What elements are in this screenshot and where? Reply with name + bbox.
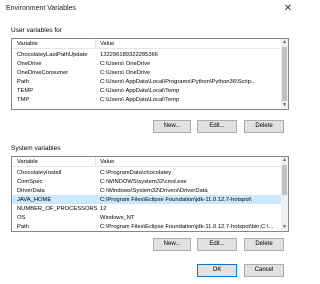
title-bar: Environment Variables ✕ [0, 0, 300, 18]
variable-name-cell: OS [17, 214, 26, 221]
table-row[interactable]: Path C:\Users\ AppData\Local\Programs\Pyt… [12, 77, 281, 86]
variable-name-cell: ChocolateyInstall [17, 169, 62, 176]
variable-name-cell: Path [17, 223, 29, 230]
variable-name-cell: ChocolateyLastPathUpdate [17, 51, 88, 58]
system-edit-button[interactable]: Edit... [197, 238, 237, 251]
table-row[interactable]: OneDriveConsumer C:\Users\ OneDrive [12, 68, 281, 77]
variable-name-cell: OneDrive [17, 60, 42, 67]
table-row[interactable]: TEMP C:\Users\ AppData\Local\Temp [12, 86, 281, 95]
user-new-button[interactable]: New... [153, 120, 191, 133]
table-row[interactable]: TMP C:\Users\ AppData\Local\Temp [12, 95, 281, 104]
column-header-value[interactable]: Value [100, 41, 114, 47]
column-header-variable[interactable]: Variable [17, 41, 38, 47]
user-delete-button[interactable]: Delete [244, 120, 284, 133]
table-row[interactable]: NUMBER_OF_PROCESSORS 12 [12, 204, 281, 213]
cancel-button[interactable]: Cancel [244, 264, 284, 277]
vertical-scrollbar[interactable]: ▲ ▼ [281, 39, 288, 109]
variable-name-cell: ComSpec [17, 178, 43, 185]
scroll-up-icon[interactable]: ▲ [281, 157, 288, 164]
variable-value-cell: C:\ProgramData\chocolatey [100, 169, 172, 176]
variable-value-cell: Windows_NT [100, 214, 135, 221]
table-row[interactable]: OS Windows_NT [12, 213, 281, 222]
variable-value-cell: C:\Users\ AppData\Local\Programs\Python\… [100, 78, 256, 85]
table-row[interactable]: ChocolateyInstall C:\ProgramData\chocolat… [12, 168, 281, 177]
variable-value-cell: C:\Program Files\Eclipse Foundation\jdk-… [100, 223, 274, 230]
variable-name-cell: TMP [17, 96, 30, 103]
column-header-variable[interactable]: Variable [17, 159, 38, 165]
variable-name-cell: DriverData [17, 187, 45, 194]
scroll-down-icon[interactable]: ▼ [281, 102, 288, 109]
table-row[interactable]: DriverData C:\Windows\System32\Drivers\Dr… [12, 186, 281, 195]
window-title: Environment Variables [6, 5, 76, 12]
table-row[interactable]: OneDrive C:\Users\ OneDrive [12, 59, 281, 68]
table-row[interactable]: Path C:\Program Files\Eclipse Foundation\… [12, 222, 281, 231]
vertical-scrollbar[interactable]: ▲ ▼ [281, 157, 288, 231]
table-row[interactable]: ComSpec C:\WINDOWS\system32\cmd.exe [12, 177, 281, 186]
user-variables-label: User variables for [11, 27, 62, 34]
variable-name-cell: OneDriveConsumer [17, 69, 69, 76]
system-new-button[interactable]: New... [153, 238, 191, 251]
scroll-down-icon[interactable]: ▼ [281, 224, 288, 231]
system-variables-label: System variables [11, 145, 61, 152]
variable-value-cell: 12 [100, 205, 107, 212]
variable-value-cell: C:\WINDOWS\system32\cmd.exe [100, 178, 187, 185]
user-edit-button[interactable]: Edit... [197, 120, 237, 133]
scrollbar-thumb[interactable] [282, 165, 287, 195]
variable-value-cell: C:\Users\ OneDrive [100, 69, 151, 76]
list-header: Variable Value [12, 157, 281, 167]
variable-name-cell: TEMP [17, 87, 34, 94]
ok-button[interactable]: OK [197, 264, 237, 277]
list-header: Variable Value [12, 39, 281, 49]
user-variables-list[interactable]: Variable Value ▲ ▼ ChocolateyLastPathUpd… [11, 38, 289, 110]
system-delete-button[interactable]: Delete [244, 238, 284, 251]
table-row[interactable]: ChocolateyLastPathUpdate 1322961893222853… [12, 50, 281, 59]
variable-value-cell: C:\Windows\System32\Drivers\DriverData [100, 187, 208, 194]
variable-value-cell: C:\Users\ AppData\Local\Temp [100, 96, 180, 103]
variable-name-cell: NUMBER_OF_PROCESSORS [17, 205, 97, 212]
variable-value-cell: 132296189322285366 [100, 51, 159, 58]
system-variables-list[interactable]: Variable Value ▲ ▼ ChocolateyInstall C:\P… [11, 156, 289, 232]
table-row[interactable]: JAVA_HOME C:\Program Files\Eclipse Founda… [12, 195, 281, 204]
close-icon[interactable]: ✕ [281, 3, 295, 15]
scrollbar-thumb[interactable] [282, 47, 287, 101]
variable-name-cell: JAVA_HOME [17, 196, 52, 203]
variable-value-cell: C:\Users\ AppData\Local\Temp [100, 87, 180, 94]
scroll-up-icon[interactable]: ▲ [281, 39, 288, 46]
variable-value-cell: C:\Program Files\Eclipse Foundation\jdk-… [100, 196, 252, 203]
variable-value-cell: C:\Users\ OneDrive [100, 60, 151, 67]
variable-name-cell: Path [17, 78, 29, 85]
column-header-value[interactable]: Value [100, 159, 114, 165]
